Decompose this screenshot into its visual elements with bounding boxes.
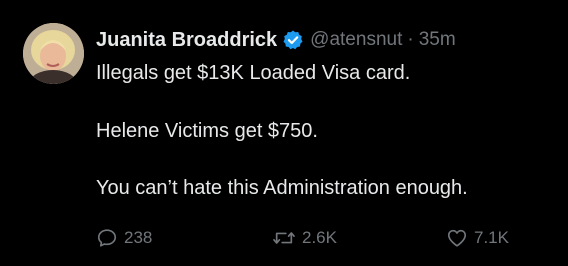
verified-badge-icon (282, 29, 304, 51)
repost-button[interactable]: 2.6K (272, 226, 337, 250)
reply-button[interactable]: 238 (96, 226, 152, 250)
tweet-timestamp[interactable]: 35m (419, 29, 456, 51)
avatar-photo (23, 23, 84, 84)
tweet-card[interactable]: Juanita Broaddrick @atensnut · 35m Illeg… (0, 0, 568, 266)
header-separator: · (407, 29, 414, 50)
like-count: 7.1K (474, 228, 509, 247)
heart-icon (447, 229, 467, 247)
author-display-name[interactable]: Juanita Broaddrick (96, 29, 277, 52)
tweet-header: Juanita Broaddrick @atensnut · 35m (96, 26, 456, 54)
reply-count: 238 (124, 228, 153, 247)
like-button[interactable]: 7.1K (446, 226, 509, 250)
repost-count: 2.6K (302, 228, 337, 247)
tweet-actions: 238 2.6K 7.1K (0, 226, 568, 250)
tweet-text-line-1: Illegals get $13K Loaded Visa card. (96, 62, 411, 84)
tweet-text-line-3: You can’t hate this Administration enoug… (96, 177, 468, 199)
author-handle[interactable]: @atensnut (310, 29, 402, 51)
repost-icon (273, 232, 295, 244)
reply-icon (97, 229, 117, 247)
avatar[interactable] (23, 23, 84, 84)
tweet-text-line-2: Helene Victims get $750. (96, 120, 318, 142)
